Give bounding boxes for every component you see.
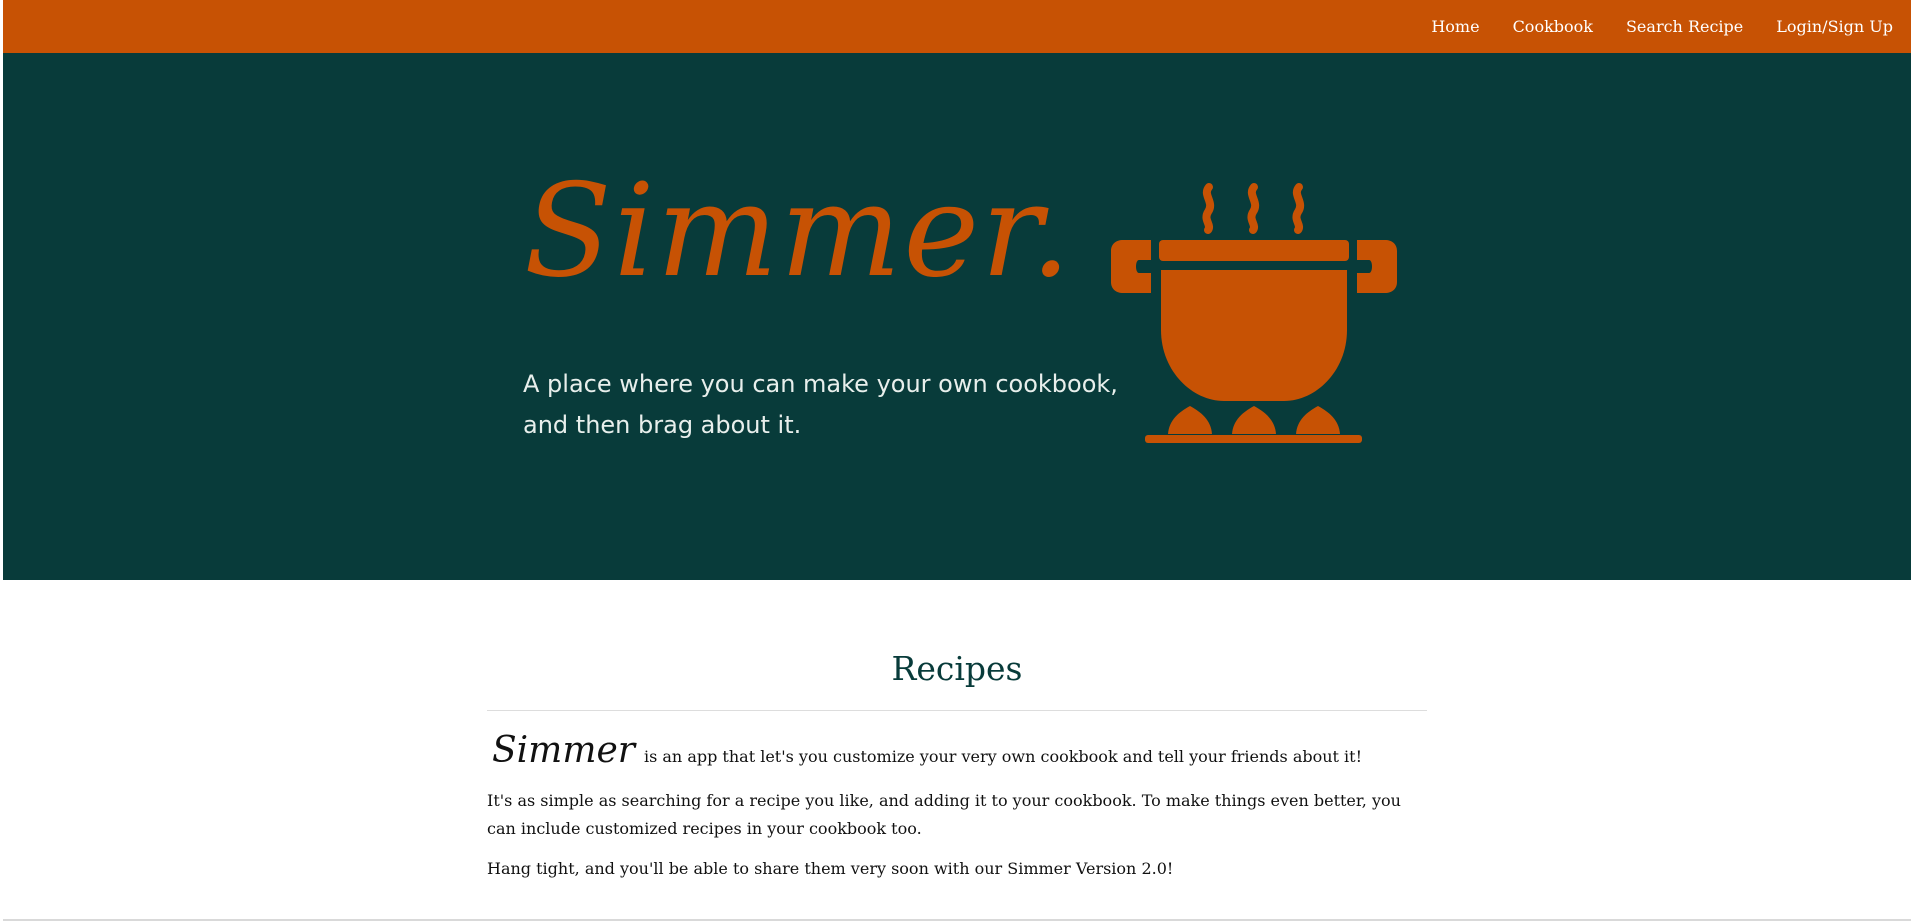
cooking-pot-icon (1111, 183, 1397, 443)
intro-text: is an app that let's you customize your … (643, 747, 1363, 766)
hero-tagline: A place where you can make your own cook… (523, 370, 1118, 439)
hero-banner: Simmer. A place where you can make your … (0, 53, 1911, 580)
intro-line: Simmer is an app that let's you customiz… (487, 731, 1427, 771)
page: Home Cookbook Search Recipe Login/Sign U… (0, 0, 1911, 921)
nav-link-login-signup[interactable]: Login/Sign Up (1776, 17, 1893, 36)
nav-link-home[interactable]: Home (1431, 17, 1479, 36)
recipes-heading: Recipes (891, 649, 1023, 688)
nav-links: Home Cookbook Search Recipe Login/Sign U… (1431, 0, 1893, 53)
top-navbar: Home Cookbook Search Recipe Login/Sign U… (0, 0, 1911, 53)
recipes-section: Recipes Simmer is an app that let's you … (487, 580, 1427, 883)
brand-script-text: Simmer (492, 730, 635, 771)
section-divider (487, 710, 1427, 711)
nav-link-search-recipe[interactable]: Search Recipe (1626, 17, 1743, 36)
description-paragraph: It's as simple as searching for a recipe… (487, 791, 1401, 838)
left-edge (0, 0, 3, 921)
nav-link-cookbook[interactable]: Cookbook (1513, 17, 1593, 36)
hero-title: Simmer. (524, 157, 1073, 306)
version-note-paragraph: Hang tight, and you'll be able to share … (487, 859, 1174, 878)
